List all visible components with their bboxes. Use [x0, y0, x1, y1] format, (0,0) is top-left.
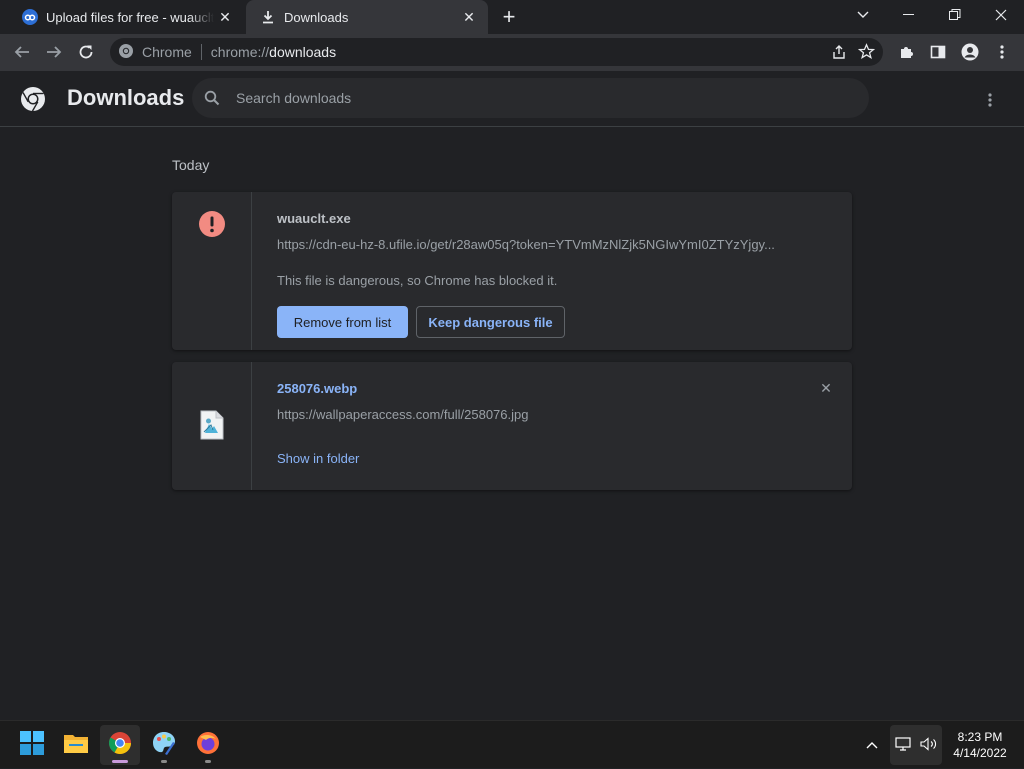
windows-taskbar: 8:23 PM 4/14/2022	[0, 720, 1024, 768]
file-name: wuauclt.exe	[277, 211, 351, 226]
paint-palette-icon	[151, 730, 177, 761]
image-file-icon	[200, 410, 224, 445]
tab-ufile[interactable]: Upload files for free - wuauclt.exe - uf…	[8, 0, 244, 34]
search-icon	[204, 90, 224, 106]
running-indicator	[205, 760, 211, 763]
file-icon-column	[172, 192, 252, 350]
folder-icon	[63, 732, 89, 759]
reload-icon[interactable]	[72, 38, 100, 66]
restore-icon[interactable]	[932, 0, 978, 30]
chrome-color-icon	[108, 731, 132, 760]
tab-close-icon[interactable]: ✕	[458, 6, 480, 28]
forward-arrow-icon[interactable]	[40, 38, 68, 66]
chrome-logo-icon	[118, 43, 134, 62]
chrome-menu-icon[interactable]	[988, 38, 1016, 66]
extensions-puzzle-icon[interactable]	[892, 38, 920, 66]
start-button[interactable]	[12, 725, 52, 765]
tab-title: Upload files for free - wuauclt.exe - uf…	[46, 9, 214, 25]
url-text: chrome://downloads	[211, 44, 336, 60]
tab-downloads[interactable]: Downloads ✕	[246, 0, 488, 34]
clock-date: 4/14/2022	[953, 746, 1007, 760]
page-title: Downloads	[67, 85, 185, 110]
more-actions-icon[interactable]	[978, 88, 1002, 112]
file-icon-column	[172, 362, 252, 490]
bookmark-star-icon[interactable]	[857, 43, 876, 63]
firefox-button[interactable]	[188, 725, 228, 765]
search-box[interactable]	[192, 78, 869, 118]
show-in-folder-link[interactable]: Show in folder	[277, 451, 359, 466]
chrome-logo-icon	[20, 86, 46, 112]
tab-title: Downloads	[284, 9, 349, 25]
danger-icon	[198, 210, 226, 243]
back-arrow-icon[interactable]	[8, 38, 36, 66]
chrome-taskbar-button[interactable]	[100, 725, 140, 765]
browser-toolbar: Chrome chrome://downloads	[0, 34, 1024, 71]
network-icon	[894, 736, 911, 754]
minimize-icon[interactable]	[886, 0, 932, 30]
file-url: https://cdn-eu-hz-8.ufile.io/get/r28aw05…	[277, 237, 775, 252]
volume-icon	[919, 736, 938, 754]
tab-close-icon[interactable]: ✕	[214, 6, 236, 28]
date-section-heading: Today	[172, 157, 210, 173]
omnibox-divider	[200, 44, 202, 60]
paint-button[interactable]	[144, 725, 184, 765]
file-url: https://wallpaperaccess.com/full/258076.…	[277, 407, 529, 422]
quick-settings-button[interactable]	[890, 725, 942, 765]
address-bar[interactable]: Chrome chrome://downloads	[110, 38, 883, 66]
profile-avatar-icon[interactable]	[956, 38, 984, 66]
danger-warning-text: This file is dangerous, so Chrome has bl…	[277, 273, 558, 288]
running-indicator	[161, 760, 167, 763]
firefox-icon	[196, 731, 220, 760]
tab-search-chevron-icon[interactable]	[840, 0, 886, 30]
keep-dangerous-file-button[interactable]: Keep dangerous file	[416, 306, 565, 338]
url-scheme: chrome://	[210, 44, 270, 60]
share-icon[interactable]	[831, 44, 847, 63]
download-icon	[260, 9, 276, 25]
windows-logo-icon	[20, 730, 44, 760]
side-panel-icon[interactable]	[924, 38, 952, 66]
file-explorer-button[interactable]	[56, 725, 96, 765]
download-item-dangerous: wuauclt.exe https://cdn-eu-hz-8.ufile.io…	[172, 192, 852, 350]
show-hidden-icons-chevron-icon[interactable]	[866, 721, 878, 769]
download-item-completed: 258076.webp https://wallpaperaccess.com/…	[172, 362, 852, 490]
clock-time: 8:23 PM	[957, 730, 1003, 744]
active-indicator	[112, 760, 128, 763]
remove-from-list-button[interactable]: Remove from list	[277, 306, 408, 338]
file-name-link[interactable]: 258076.webp	[277, 381, 357, 396]
system-clock[interactable]: 8:23 PM 4/14/2022	[944, 729, 1016, 761]
window-close-icon[interactable]	[978, 0, 1024, 30]
search-input[interactable]	[236, 83, 869, 113]
new-tab-button[interactable]: +	[496, 4, 522, 29]
chrome-chip[interactable]: Chrome	[110, 43, 192, 62]
url-host: downloads	[269, 44, 337, 60]
ufile-favicon-icon	[22, 9, 38, 25]
tab-strip: Upload files for free - wuauclt.exe - uf…	[0, 0, 1024, 34]
remove-item-close-icon[interactable]: ✕	[816, 378, 836, 398]
downloads-header: Downloads	[0, 71, 1024, 127]
chip-label: Chrome	[142, 44, 192, 60]
